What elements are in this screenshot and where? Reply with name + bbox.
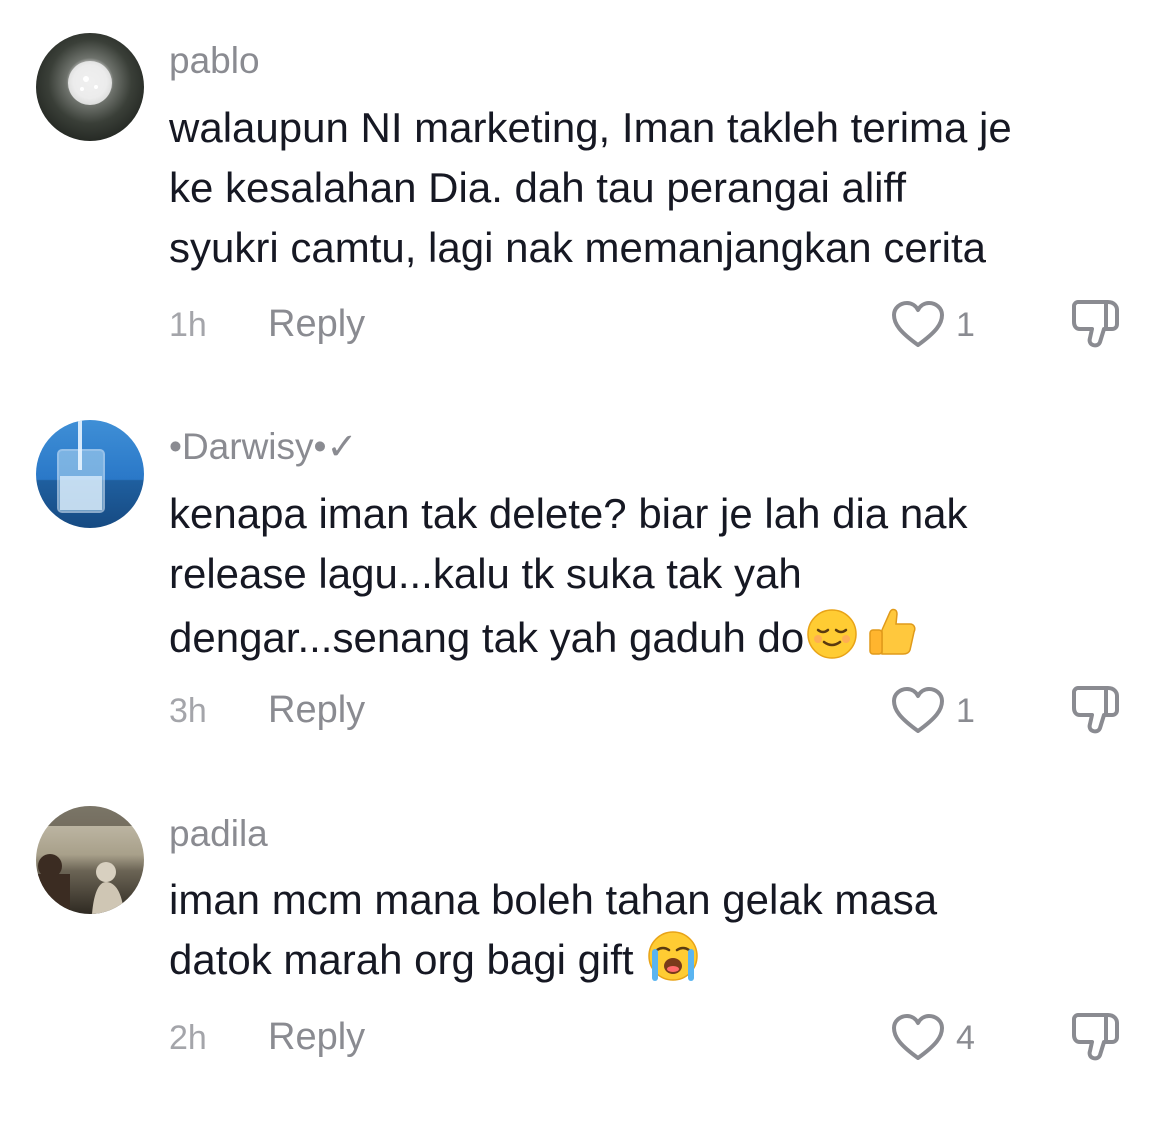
comment-text-line: iman mcm mana boleh tahan gelak masa <box>169 876 938 923</box>
comment-text-line: datok marah org bagi gift <box>169 936 634 983</box>
heart-outline-icon <box>892 1014 944 1060</box>
like-button[interactable] <box>890 1013 946 1063</box>
comment-item: padila iman mcm mana boleh tahan gelak m… <box>0 0 1170 1100</box>
reply-button[interactable]: Reply <box>268 1018 365 1056</box>
comment-text: iman mcm mana boleh tahan gelak masa dat… <box>169 870 1149 990</box>
thumbs-down-outline-icon <box>1072 1013 1119 1061</box>
timestamp: 2h <box>169 1019 207 1057</box>
avatar[interactable] <box>36 806 144 914</box>
comment-text-line-with-emoji: datok marah org bagi gift <box>169 930 1149 990</box>
like-count: 4 <box>956 1019 975 1057</box>
username[interactable]: padila <box>169 815 268 852</box>
sunset-people-avatar <box>36 806 144 914</box>
dislike-button[interactable] <box>1070 1011 1126 1063</box>
loudly-crying-face-emoji <box>648 931 699 981</box>
